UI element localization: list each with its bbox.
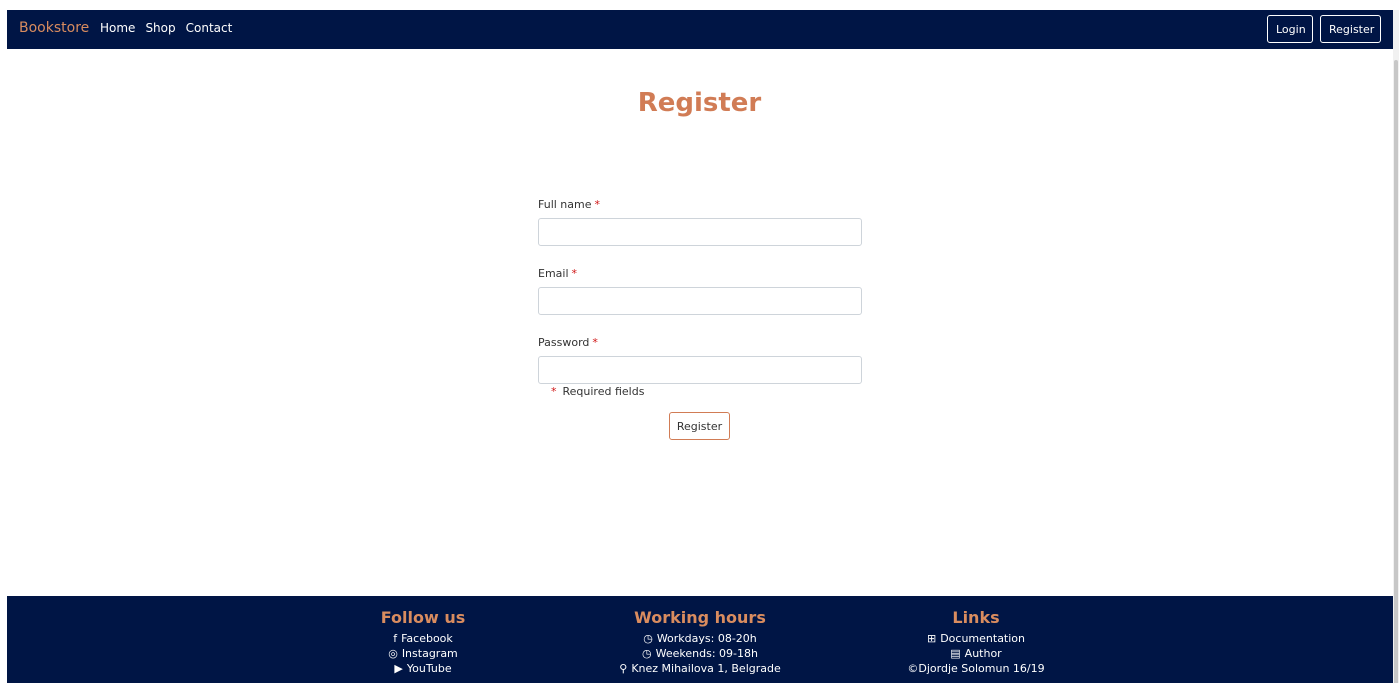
map-pin-icon: ⚲ [619, 662, 628, 675]
email-label-text: Email [538, 267, 569, 280]
youtube-link[interactable]: YouTube [407, 662, 452, 675]
nav-links: Home Shop Contact [100, 21, 232, 35]
required-asterisk: * [592, 336, 598, 349]
footer-follow-title: Follow us [380, 608, 466, 627]
workdays-text: Workdays: 08-20h [656, 632, 757, 645]
footer-address-item: ⚲ Knez Mihailova 1, Belgrade [570, 661, 830, 676]
email-input[interactable] [538, 287, 862, 315]
instagram-link[interactable]: Instagram [402, 647, 458, 660]
password-label-text: Password [538, 336, 590, 349]
footer-workdays-item: ◷ Workdays: 08-20h [570, 631, 830, 646]
sitemap-icon: ⊞ [926, 632, 937, 645]
navbar: Bookstore Home Shop Contact Login Regist… [7, 10, 1393, 49]
clock-icon: ◷ [643, 632, 653, 645]
required-asterisk: * [551, 385, 557, 398]
footer-weekends-item: ◷ Weekends: 09-18h [570, 646, 830, 661]
required-note-text: Required fields [562, 385, 645, 398]
footer-youtube-item: ▶ YouTube [293, 661, 553, 676]
page-title: Register [637, 88, 762, 118]
nav-link-shop[interactable]: Shop [145, 21, 175, 35]
scrollbar-thumb[interactable] [1394, 60, 1398, 683]
youtube-icon: ▶ [394, 662, 403, 675]
required-asterisk: * [594, 198, 601, 211]
email-label: Email * [538, 267, 862, 281]
footer-author-item: ▤ Author [846, 646, 1106, 661]
footer-instagram-item: ◎ Instagram [293, 646, 553, 661]
footer-hours-title: Working hours [634, 608, 766, 627]
footer-links-column: Links ⊞ Documentation ▤ Author ©Djordje So… [846, 608, 1106, 676]
footer-hours-column: Working hours ◷ Workdays: 08-20h ◷ Weekend… [570, 608, 830, 676]
footer-links-title: Links [952, 608, 1000, 627]
required-asterisk: * [571, 267, 578, 280]
address-text: Knez Mihailova 1, Belgrade [631, 662, 781, 675]
footer-follow-column: Follow us f Facebook ◎ Instagram ▶ YouTube [293, 608, 553, 676]
facebook-icon: f [393, 632, 398, 645]
instagram-icon: ◎ [388, 647, 398, 660]
author-link[interactable]: Author [965, 647, 1002, 660]
footer-copyright: ©Djordje Solomun 16/19 [907, 662, 1045, 675]
full-name-label: Full name * [538, 198, 862, 212]
footer: Follow us f Facebook ◎ Instagram ▶ YouTube … [7, 596, 1393, 683]
top-strip [0, 0, 1399, 10]
page: Bookstore Home Shop Contact Login Regist… [0, 0, 1399, 683]
clock-icon: ◷ [642, 647, 652, 660]
password-input[interactable] [538, 356, 862, 384]
nav-link-home[interactable]: Home [100, 21, 135, 35]
facebook-link[interactable]: Facebook [401, 632, 453, 645]
file-icon: ▤ [950, 647, 961, 660]
full-name-label-text: Full name [538, 198, 592, 211]
register-nav-button[interactable]: Register [1320, 15, 1381, 43]
register-form: Full name * Email * Password * [538, 198, 862, 384]
full-name-input[interactable] [538, 218, 862, 246]
required-fields-note: * Required fields [551, 385, 644, 398]
documentation-link[interactable]: Documentation [940, 632, 1025, 645]
footer-facebook-item: f Facebook [293, 631, 553, 646]
login-button[interactable]: Login [1267, 15, 1313, 43]
register-submit-button[interactable]: Register [669, 412, 730, 440]
weekends-text: Weekends: 09-18h [655, 647, 758, 660]
password-label: Password * [538, 336, 862, 350]
footer-documentation-item: ⊞ Documentation [846, 631, 1106, 646]
nav-link-contact[interactable]: Contact [186, 21, 233, 35]
brand-link[interactable]: Bookstore [19, 20, 89, 36]
